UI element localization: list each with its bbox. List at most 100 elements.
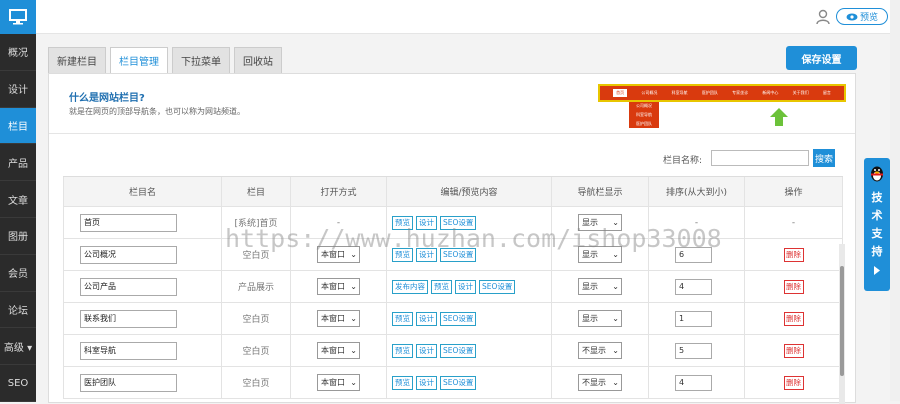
sidebar: 概况 设计 栏目 产品 文章 图册 会员 论坛 高级 ▾ SEO — [0, 0, 36, 402]
demo-nav-item: 公司概况 — [641, 90, 658, 95]
tab-bar: 新建栏目 栏目管理 下拉菜单 回收站 — [48, 47, 282, 73]
header-order: 排序(从大到小) — [649, 177, 745, 206]
order-input[interactable]: 5 — [675, 342, 712, 359]
table-row: 科室导航 空白页 本窗口 ⌄ 预览 设计 SEO设置 不显示 ⌄ 5 删除 — [63, 335, 843, 367]
table-scrollbar[interactable] — [839, 244, 845, 404]
column-name-input[interactable]: 医护团队 — [80, 373, 177, 392]
demo-nav-item: 科室导航 — [671, 90, 688, 95]
delete-button[interactable]: 删除 — [783, 279, 804, 294]
preview-link[interactable]: 预览 — [392, 247, 413, 262]
preview-label: 预览 — [859, 13, 878, 23]
design-link[interactable]: 设计 — [416, 247, 437, 262]
tab-recycle-bin[interactable]: 回收站 — [234, 47, 282, 73]
demo-drop-item: 医护团队 — [636, 120, 652, 126]
sidebar-item-articles[interactable]: 文章 — [0, 181, 36, 218]
seo-link[interactable]: SEO设置 — [440, 247, 477, 262]
column-type: 空白页 — [222, 367, 291, 398]
sidebar-item-forum[interactable]: 论坛 — [0, 292, 36, 329]
seo-link[interactable]: SEO设置 — [440, 375, 477, 390]
tab-new-column[interactable]: 新建栏目 — [48, 47, 106, 73]
preview-link[interactable]: 预览 — [392, 343, 413, 358]
topbar: 预览 — [36, 0, 900, 34]
header-open: 打开方式 — [291, 177, 387, 206]
design-link[interactable]: 设计 — [455, 279, 476, 294]
column-name-input[interactable]: 科室导航 — [80, 341, 177, 360]
nav-display-select[interactable]: 显示 ⌄ — [578, 246, 622, 263]
triangle-right-icon — [874, 265, 880, 278]
design-link[interactable]: 设计 — [416, 375, 437, 390]
sidebar-item-advanced[interactable]: 高级 ▾ — [0, 328, 36, 366]
seo-link[interactable]: SEO设置 — [440, 311, 477, 326]
open-mode-select[interactable]: 本窗口 ⌄ — [317, 278, 360, 295]
nav-display-select[interactable]: 显示 ⌄ — [578, 214, 622, 231]
user-icon[interactable] — [816, 9, 830, 25]
delete-button[interactable]: 删除 — [783, 343, 804, 358]
table-header-row: 栏目名 栏目 打开方式 编辑/预览内容 导航栏显示 排序(从大到小) 操作 — [63, 176, 843, 207]
tab-column-manage[interactable]: 栏目管理 — [110, 47, 168, 73]
delete-button[interactable]: 删除 — [783, 247, 804, 262]
order-input[interactable]: 4 — [675, 278, 712, 295]
order-input[interactable]: 1 — [675, 310, 712, 327]
seo-link[interactable]: SEO设置 — [440, 215, 477, 230]
publish-link[interactable]: 发布内容 — [392, 279, 428, 294]
sidebar-item-albums[interactable]: 图册 — [0, 218, 36, 255]
demo-dropdown-image: 公司概况 科室导航 医护团队 — [629, 102, 659, 128]
chevron-down-icon: ⌄ — [350, 314, 357, 323]
qq-penguin-icon — [867, 163, 887, 183]
table-row: 公司概况 空白页 本窗口 ⌄ 预览 设计 SEO设置 显示 ⌄ 6 删除 — [63, 239, 843, 271]
sidebar-item-columns[interactable]: 栏目 — [0, 107, 36, 145]
column-table: 栏目名 栏目 打开方式 编辑/预览内容 导航栏显示 排序(从大到小) 操作 首页… — [63, 176, 843, 404]
chevron-down-icon: ⌄ — [612, 346, 619, 355]
search-label: 栏目名称: — [663, 156, 703, 166]
preview-link[interactable]: 预览 — [392, 375, 413, 390]
nav-display-select[interactable]: 显示 ⌄ — [578, 278, 622, 295]
table-row: 医护团队 空白页 本窗口 ⌄ 预览 设计 SEO设置 不显示 ⌄ 4 删除 — [63, 367, 843, 399]
page-scrollbar[interactable] — [890, 0, 900, 401]
column-name-input[interactable]: 公司产品 — [80, 277, 177, 296]
nav-display-select[interactable]: 不显示 ⌄ — [578, 374, 622, 391]
sidebar-item-members[interactable]: 会员 — [0, 255, 36, 292]
column-name-input[interactable]: 首页 — [80, 213, 177, 232]
tech-support-widget[interactable]: 技 术 支 持 — [864, 158, 890, 291]
column-panel: 什么是网站栏目? 就是在网页的顶部导航条，也可以称为网站频道。 首页 公司概况 … — [48, 73, 856, 404]
header-type: 栏目 — [222, 177, 291, 206]
scrollbar-thumb[interactable] — [840, 266, 844, 376]
tab-dropdown-menu[interactable]: 下拉菜单 — [172, 47, 230, 73]
open-mode-select[interactable]: 本窗口 ⌄ — [317, 246, 360, 263]
sidebar-item-overview[interactable]: 概况 — [0, 34, 36, 71]
chevron-down-icon: ⌄ — [612, 250, 619, 259]
design-link[interactable]: 设计 — [416, 311, 437, 326]
sidebar-item-seo[interactable]: SEO — [0, 365, 36, 402]
open-mode: - — [291, 207, 387, 238]
preview-link[interactable]: 预览 — [392, 311, 413, 326]
monitor-icon[interactable] — [0, 0, 36, 34]
info-box: 什么是网站栏目? 就是在网页的顶部导航条，也可以称为网站频道。 首页 公司概况 … — [49, 74, 855, 134]
support-char: 支 — [871, 227, 883, 240]
column-name-input[interactable]: 公司概况 — [80, 245, 177, 264]
search-button[interactable]: 搜索 — [813, 149, 835, 167]
order-input[interactable]: 6 — [675, 246, 712, 263]
open-mode-select[interactable]: 本窗口 ⌄ — [317, 374, 360, 391]
preview-link[interactable]: 预览 — [431, 279, 452, 294]
save-button[interactable]: 保存设置 — [786, 46, 857, 70]
seo-link[interactable]: SEO设置 — [479, 279, 516, 294]
header-edit: 编辑/预览内容 — [387, 177, 552, 206]
open-mode-select[interactable]: 本窗口 ⌄ — [317, 342, 360, 359]
order-input[interactable]: 4 — [675, 374, 712, 391]
sidebar-item-products[interactable]: 产品 — [0, 144, 36, 182]
delete-button[interactable]: 删除 — [783, 311, 804, 326]
eye-icon — [846, 13, 858, 20]
delete-button[interactable]: 删除 — [783, 375, 804, 390]
demo-drop-item: 公司概况 — [636, 103, 652, 109]
open-mode-select[interactable]: 本窗口 ⌄ — [317, 310, 360, 327]
seo-link[interactable]: SEO设置 — [440, 343, 477, 358]
preview-link[interactable]: 预览 — [392, 215, 413, 230]
nav-display-select[interactable]: 显示 ⌄ — [578, 310, 622, 327]
search-input[interactable] — [711, 150, 809, 166]
design-link[interactable]: 设计 — [416, 215, 437, 230]
preview-button[interactable]: 预览 — [836, 8, 888, 25]
nav-display-select[interactable]: 不显示 ⌄ — [578, 342, 622, 359]
sidebar-item-design[interactable]: 设计 — [0, 71, 36, 108]
design-link[interactable]: 设计 — [416, 343, 437, 358]
column-name-input[interactable]: 联系我们 — [80, 309, 177, 328]
